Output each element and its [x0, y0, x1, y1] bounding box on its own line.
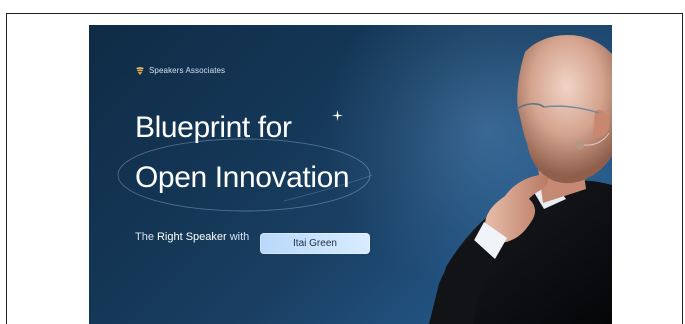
sparkle-icon [332, 110, 343, 121]
speakers-associates-logo-icon [136, 66, 144, 75]
headset-mic [575, 140, 585, 150]
speaker-name: Itai Green [293, 238, 337, 249]
head [517, 35, 612, 184]
speaker-photo [429, 35, 612, 324]
title-line-1: Blueprint for [135, 111, 292, 144]
brand-name: Speakers Associates [149, 66, 226, 75]
subtitle: The Right Speaker with [135, 231, 249, 243]
title-line-2: Open Innovation [135, 161, 350, 194]
brand: Speakers Associates [136, 66, 225, 75]
subtitle-prefix: The [135, 231, 154, 243]
subtitle-emphasis: Right Speaker [156, 231, 227, 243]
subtitle-suffix: with [229, 231, 250, 243]
event-banner: Speakers Associates Blueprint for Open I… [89, 25, 612, 324]
